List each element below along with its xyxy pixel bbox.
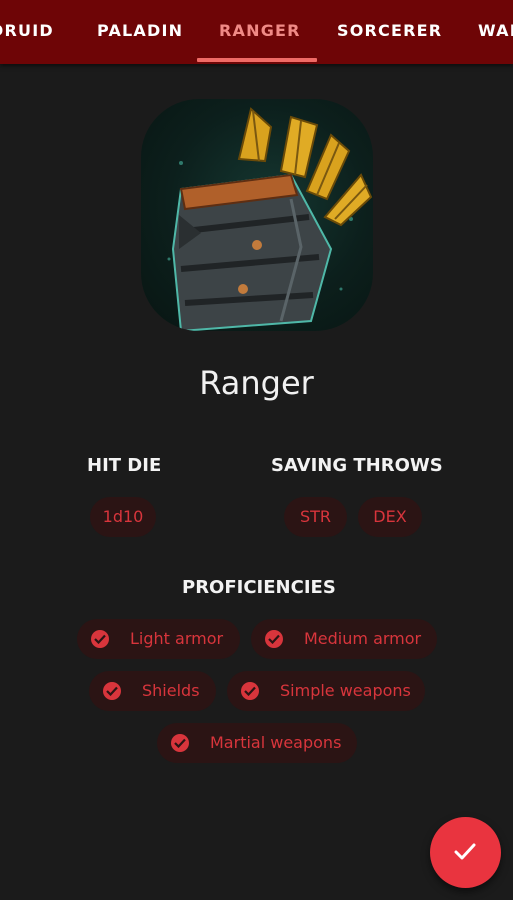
proficiency-label: Light armor: [130, 629, 224, 648]
proficiencies-heading: PROFICIENCIES: [182, 577, 336, 598]
proficiency-label: Shields: [142, 681, 200, 700]
class-title: Ranger: [199, 364, 314, 402]
proficiency-chip: Light armor: [77, 619, 240, 659]
saving-throw-chip: DEX: [358, 497, 422, 537]
proficiency-chip: Shields: [89, 671, 216, 711]
proficiency-chip: Martial weapons: [157, 723, 357, 763]
class-tab-bar: DRUID PALADIN RANGER SORCERER WARLOCK: [0, 0, 513, 64]
hit-die-value: 1d10: [102, 507, 144, 526]
check-circle-icon: [265, 630, 283, 648]
saving-throw-label: STR: [299, 507, 332, 526]
tab-druid[interactable]: DRUID: [0, 0, 54, 64]
tab-sorcerer[interactable]: SORCERER: [337, 0, 442, 64]
saving-throw-chip: STR: [284, 497, 347, 537]
tab-paladin[interactable]: PALADIN: [97, 0, 183, 64]
quiver-icon: [141, 99, 373, 331]
proficiency-label: Simple weapons: [280, 681, 411, 700]
proficiency-label: Medium armor: [304, 629, 422, 648]
saving-throws-heading: SAVING THROWS: [271, 455, 443, 476]
proficiency-label: Martial weapons: [210, 733, 342, 752]
hit-die-chip: 1d10: [90, 497, 156, 537]
check-circle-icon: [103, 682, 121, 700]
check-circle-icon: [171, 734, 189, 752]
active-tab-indicator: [197, 58, 317, 62]
tab-warlock[interactable]: WARLOCK: [478, 0, 513, 64]
hit-die-heading: HIT DIE: [87, 455, 162, 476]
tab-ranger[interactable]: RANGER: [219, 0, 301, 64]
proficiency-chip: Medium armor: [251, 619, 437, 659]
check-circle-icon: [91, 630, 109, 648]
proficiency-chip: Simple weapons: [227, 671, 425, 711]
saving-throw-label: DEX: [373, 507, 407, 526]
check-icon: [454, 843, 476, 860]
check-circle-icon: [241, 682, 259, 700]
confirm-fab-button[interactable]: [430, 817, 501, 888]
